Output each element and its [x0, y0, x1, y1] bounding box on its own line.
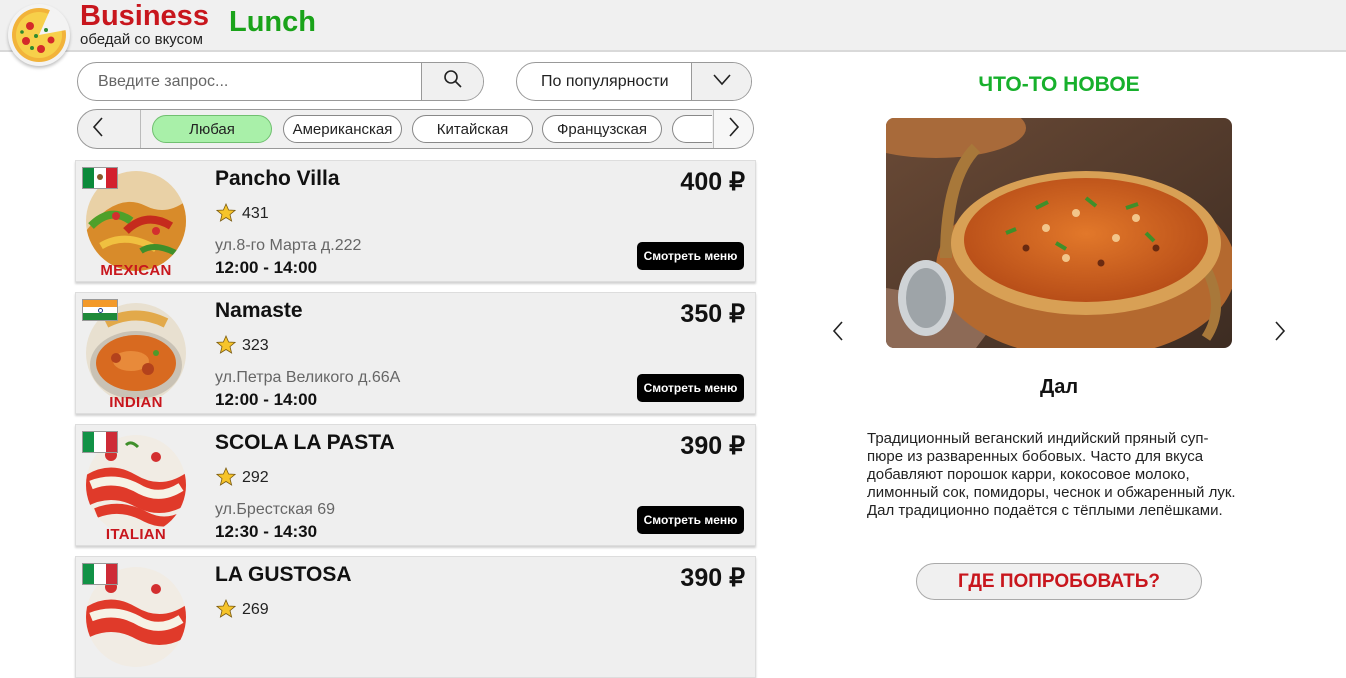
brand-name-lunch[interactable]: Lunch: [229, 6, 316, 39]
view-menu-button[interactable]: Смотреть меню: [637, 242, 744, 270]
restaurant-address: ул.8-го Марта д.222: [215, 237, 362, 254]
lunch-hours: 12:00 - 14:00: [215, 258, 318, 277]
rating-count: 323: [242, 337, 269, 354]
star-icon: [215, 202, 237, 228]
restaurant-card[interactable]: INDIAN Namaste 323 ул.Петра Великого д.6…: [75, 292, 756, 414]
search-icon: [443, 69, 463, 94]
restaurant-name[interactable]: Namaste: [215, 299, 303, 323]
chip-partial[interactable]: [672, 115, 712, 143]
mexico-flag-icon: [82, 167, 118, 189]
restaurant-address: ул.Петра Великого д.66А: [215, 369, 401, 386]
search-input[interactable]: [78, 63, 423, 100]
rating-count: 269: [242, 601, 269, 618]
chevron-left-icon: [831, 320, 845, 347]
cuisine-filter-bar: Любая Американская Китайская Французская: [77, 109, 754, 149]
categories-prev-button[interactable]: [78, 110, 118, 148]
restaurant-card[interactable]: LA GUSTOSA 269 390 ₽: [75, 556, 756, 678]
view-menu-button[interactable]: Смотреть меню: [637, 374, 744, 402]
restaurant-name[interactable]: LA GUSTOSA: [215, 563, 352, 587]
lunch-price: 350 ₽: [680, 300, 745, 328]
sort-dropdown-button[interactable]: [691, 63, 751, 100]
chevron-right-icon: [1273, 320, 1287, 347]
chip-chinese[interactable]: Китайская: [412, 115, 533, 143]
restaurant-card[interactable]: ITALIAN SCOLA LA PASTA 292 ул.Брестская …: [75, 424, 756, 546]
featured-dish-image: [886, 118, 1232, 348]
sort-select[interactable]: По популярности: [516, 62, 752, 101]
featured-section-title: ЧТО-ТО НОВОЕ: [978, 73, 1140, 96]
lunch-price: 390 ₽: [680, 564, 745, 592]
chip-any[interactable]: Любая: [152, 115, 272, 143]
chevron-left-icon: [91, 116, 105, 143]
italy-flag-icon: [82, 431, 118, 453]
lunch-hours: 12:00 - 14:00: [215, 390, 318, 409]
cuisine-label: MEXICAN: [100, 262, 172, 279]
lunch-price: 390 ₽: [680, 432, 745, 460]
featured-prev-button[interactable]: [826, 320, 850, 346]
star-icon: [215, 334, 237, 360]
brand-tagline: обедай со вкусом: [80, 31, 203, 48]
italy-flag-icon: [82, 563, 118, 585]
rating-count: 292: [242, 469, 269, 486]
chevron-down-icon: [712, 72, 732, 91]
search-box: [77, 62, 484, 101]
cuisine-label: ITALIAN: [105, 526, 167, 543]
cuisine-label: INDIAN: [109, 394, 163, 411]
chevron-right-icon: [727, 116, 741, 143]
header-bar: Business Lunch обедай со вкусом: [0, 0, 1346, 66]
categories-next-button[interactable]: [713, 110, 753, 148]
sort-selected-label: По популярности: [541, 73, 669, 90]
restaurant-card[interactable]: MEXICAN Pancho Villa 431 ул.8-го Марта д…: [75, 160, 756, 282]
star-icon: [215, 598, 237, 624]
featured-dish-description: Традиционный веганский индийский пряный …: [867, 430, 1236, 519]
divider: [140, 110, 141, 148]
chip-french[interactable]: Французская: [542, 115, 662, 143]
rating-count: 431: [242, 205, 269, 222]
pizza-icon[interactable]: [8, 4, 70, 66]
restaurant-name[interactable]: SCOLA LA PASTA: [215, 431, 395, 455]
view-menu-button[interactable]: Смотреть меню: [637, 506, 744, 534]
star-icon: [215, 466, 237, 492]
chip-american[interactable]: Американская: [283, 115, 402, 143]
lunch-hours: 12:30 - 14:30: [215, 522, 318, 541]
search-button[interactable]: [421, 63, 483, 100]
restaurant-address: ул.Брестская 69: [215, 501, 336, 518]
featured-dish-name: Дал: [1039, 376, 1079, 398]
lunch-price: 400 ₽: [680, 168, 745, 196]
featured-next-button[interactable]: [1268, 320, 1292, 346]
restaurant-name[interactable]: Pancho Villa: [215, 167, 340, 191]
india-flag-icon: [82, 299, 118, 321]
brand-name-business[interactable]: Business: [80, 0, 209, 33]
where-to-try-button[interactable]: ГДЕ ПОПРОБОВАТЬ?: [916, 563, 1202, 600]
